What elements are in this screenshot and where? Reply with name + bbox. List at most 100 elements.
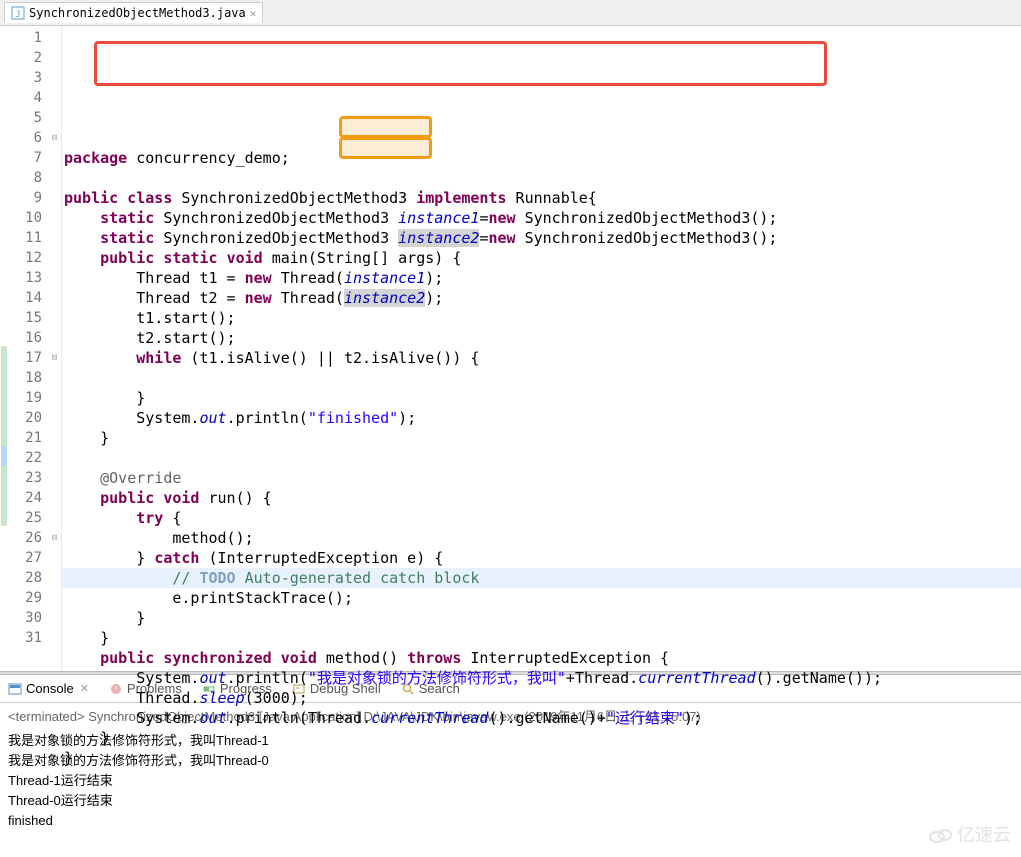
code-line[interactable]: @Override (62, 468, 1021, 488)
close-icon[interactable]: ✕ (250, 7, 257, 20)
line-number: 28 (8, 568, 42, 588)
code-line[interactable]: e.printStackTrace(); (62, 588, 1021, 608)
code-line[interactable]: } (62, 428, 1021, 448)
code-line[interactable]: // TODO Auto-generated catch block (62, 568, 1021, 588)
fold-marker (48, 608, 61, 628)
line-number: 22 (8, 448, 42, 468)
code-line[interactable] (62, 448, 1021, 468)
line-number: 27 (8, 548, 42, 568)
code-line[interactable]: public static void main(String[] args) { (62, 248, 1021, 268)
code-line[interactable]: public void run() { (62, 488, 1021, 508)
line-number: 18 (8, 368, 42, 388)
fold-marker (48, 208, 61, 228)
fold-marker (48, 168, 61, 188)
svg-text:J: J (15, 10, 20, 20)
code-line[interactable]: System.out.println("我是对象锁的方法修饰符形式，我叫"+Th… (62, 668, 1021, 688)
code-line[interactable]: System.out.println("finished"); (62, 408, 1021, 428)
line-number: 1 (8, 28, 42, 48)
line-number: 31 (8, 628, 42, 648)
fold-marker (48, 428, 61, 448)
line-number: 17 (8, 348, 42, 368)
code-line[interactable] (62, 368, 1021, 388)
editor-tab[interactable]: J SynchronizedObjectMethod3.java ✕ (4, 2, 263, 23)
code-line[interactable]: Thread t1 = new Thread(instance1); (62, 268, 1021, 288)
code-line[interactable]: System.out.println(Thread.currentThread(… (62, 708, 1021, 728)
fold-marker (48, 368, 61, 388)
fold-marker (48, 188, 61, 208)
watermark: 亿速云 (927, 821, 1011, 847)
line-number: 30 (8, 608, 42, 628)
line-number: 8 (8, 168, 42, 188)
code-line[interactable]: public class SynchronizedObjectMethod3 i… (62, 188, 1021, 208)
code-line[interactable]: static SynchronizedObjectMethod3 instanc… (62, 228, 1021, 248)
fold-marker (48, 88, 61, 108)
highlight-box-orange-1 (339, 116, 432, 138)
line-number: 12 (8, 248, 42, 268)
code-line[interactable]: method(); (62, 528, 1021, 548)
code-line[interactable]: public synchronized void method() throws… (62, 648, 1021, 668)
line-number-gutter: 1234567891011121314151617181920212223242… (8, 26, 48, 671)
code-line[interactable]: } (62, 608, 1021, 628)
highlight-box-red (94, 41, 827, 86)
console-line: Thread-1运行结束 (8, 771, 1013, 791)
console-icon (8, 682, 22, 696)
code-line[interactable]: try { (62, 508, 1021, 528)
fold-marker (48, 628, 61, 648)
code-line[interactable] (62, 168, 1021, 188)
code-line[interactable]: static SynchronizedObjectMethod3 instanc… (62, 208, 1021, 228)
code-line[interactable]: t1.start(); (62, 308, 1021, 328)
code-line[interactable]: Thread t2 = new Thread(instance2); (62, 288, 1021, 308)
line-number: 3 (8, 68, 42, 88)
code-area[interactable]: package concurrency_demo;public class Sy… (62, 26, 1021, 671)
line-number: 5 (8, 108, 42, 128)
code-line[interactable]: } (62, 628, 1021, 648)
line-number: 10 (8, 208, 42, 228)
fold-marker[interactable]: ⊟ (48, 128, 61, 148)
fold-marker (48, 388, 61, 408)
fold-marker (48, 108, 61, 128)
fold-marker (48, 448, 61, 468)
code-line[interactable]: Thread.sleep(3000); (62, 688, 1021, 708)
code-line[interactable]: t2.start(); (62, 328, 1021, 348)
java-file-icon: J (11, 6, 25, 20)
fold-marker (48, 408, 61, 428)
line-number: 19 (8, 388, 42, 408)
code-line[interactable]: } (62, 388, 1021, 408)
code-line[interactable]: } (62, 728, 1021, 748)
fold-marker (48, 328, 61, 348)
fold-marker (48, 28, 61, 48)
code-line[interactable]: package concurrency_demo; (62, 148, 1021, 168)
fold-marker (48, 308, 61, 328)
line-number: 9 (8, 188, 42, 208)
console-line: finished (8, 811, 1013, 831)
line-number: 13 (8, 268, 42, 288)
fold-marker (48, 68, 61, 88)
fold-marker[interactable]: ⊟ (48, 528, 61, 548)
fold-marker[interactable]: ⊟ (48, 348, 61, 368)
fold-marker (48, 288, 61, 308)
fold-marker (48, 568, 61, 588)
code-editor[interactable]: 1234567891011121314151617181920212223242… (0, 26, 1021, 671)
line-number: 14 (8, 288, 42, 308)
fold-marker (48, 248, 61, 268)
code-line[interactable]: } catch (InterruptedException e) { (62, 548, 1021, 568)
tab-filename: SynchronizedObjectMethod3.java (29, 6, 246, 20)
line-number: 26 (8, 528, 42, 548)
line-number: 4 (8, 88, 42, 108)
fold-marker (48, 48, 61, 68)
line-number: 15 (8, 308, 42, 328)
fold-marker (48, 588, 61, 608)
line-number: 25 (8, 508, 42, 528)
line-number: 2 (8, 48, 42, 68)
line-number: 23 (8, 468, 42, 488)
line-number: 29 (8, 588, 42, 608)
fold-marker (48, 468, 61, 488)
line-number: 21 (8, 428, 42, 448)
fold-marker (48, 148, 61, 168)
console-line: Thread-0运行结束 (8, 791, 1013, 811)
line-number: 24 (8, 488, 42, 508)
fold-marker (48, 488, 61, 508)
line-number: 6 (8, 128, 42, 148)
code-line[interactable]: } (62, 748, 1021, 768)
code-line[interactable]: while (t1.isAlive() || t2.isAlive()) { (62, 348, 1021, 368)
